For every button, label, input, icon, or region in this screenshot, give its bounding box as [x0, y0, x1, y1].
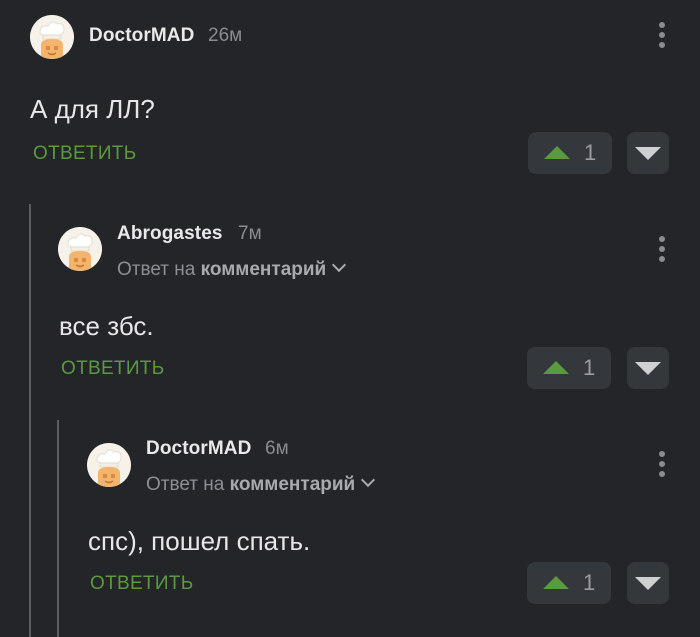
downvote-arrow-icon: [635, 147, 661, 160]
vote-count: 1: [584, 140, 597, 165]
reply-button[interactable]: ОТВЕТИТЬ: [61, 358, 164, 380]
more-vertical-icon[interactable]: [658, 236, 666, 266]
chef-avatar-icon[interactable]: [87, 443, 131, 487]
upvote-button[interactable]: 1: [528, 132, 612, 174]
comment-1: DoctorMAD 26м А для ЛЛ? ОТВЕТИТЬ 1: [0, 0, 700, 190]
upvote-arrow-icon: [543, 576, 569, 589]
comment-time: 7м: [238, 223, 262, 244]
comment-author[interactable]: Abrogastes: [117, 223, 223, 245]
chef-avatar-icon[interactable]: [58, 227, 102, 271]
comment-text: А для ЛЛ?: [30, 94, 155, 124]
comment-text: все збс.: [59, 311, 154, 341]
comment-text: спс), пошел спать.: [88, 526, 311, 556]
reply-to-link[interactable]: Ответ на комментарий: [146, 472, 376, 496]
downvote-button[interactable]: [627, 562, 669, 604]
upvote-button[interactable]: 1: [527, 347, 611, 389]
reply-to-prefix: Ответ на: [146, 474, 230, 495]
reply-to-link[interactable]: Ответ на комментарий: [117, 257, 347, 281]
downvote-arrow-icon: [635, 577, 661, 590]
chevron-down-icon: [361, 472, 376, 488]
comment-time: 26м: [208, 25, 243, 46]
downvote-arrow-icon: [635, 362, 661, 375]
downvote-button[interactable]: [627, 132, 669, 174]
comment-author[interactable]: DoctorMAD: [89, 25, 194, 47]
reply-to-target: комментарий: [200, 259, 327, 280]
upvote-button[interactable]: 1: [527, 562, 611, 604]
vote-count: 1: [583, 570, 596, 595]
reply-button[interactable]: ОТВЕТИТЬ: [33, 143, 136, 165]
upvote-arrow-icon: [544, 146, 570, 159]
downvote-button[interactable]: [627, 347, 669, 389]
more-vertical-icon[interactable]: [658, 451, 666, 481]
comment-author[interactable]: DoctorMAD: [146, 438, 251, 460]
upvote-arrow-icon: [543, 361, 569, 374]
reply-button[interactable]: ОТВЕТИТЬ: [90, 573, 193, 595]
comment-3: DoctorMAD 6м Ответ на комментарий спс), …: [0, 405, 700, 637]
comment-2: Abrogastes 7м Ответ на комментарий все з…: [0, 190, 700, 400]
chevron-down-icon: [332, 257, 347, 273]
chef-avatar-icon[interactable]: [30, 15, 74, 59]
comment-time: 6м: [265, 438, 289, 459]
vote-count: 1: [583, 355, 596, 380]
more-vertical-icon[interactable]: [658, 22, 666, 52]
comments-page: DoctorMAD 26м А для ЛЛ? ОТВЕТИТЬ 1 Abrog…: [0, 0, 700, 637]
reply-to-prefix: Ответ на: [117, 259, 201, 280]
reply-to-target: комментарий: [229, 474, 356, 495]
